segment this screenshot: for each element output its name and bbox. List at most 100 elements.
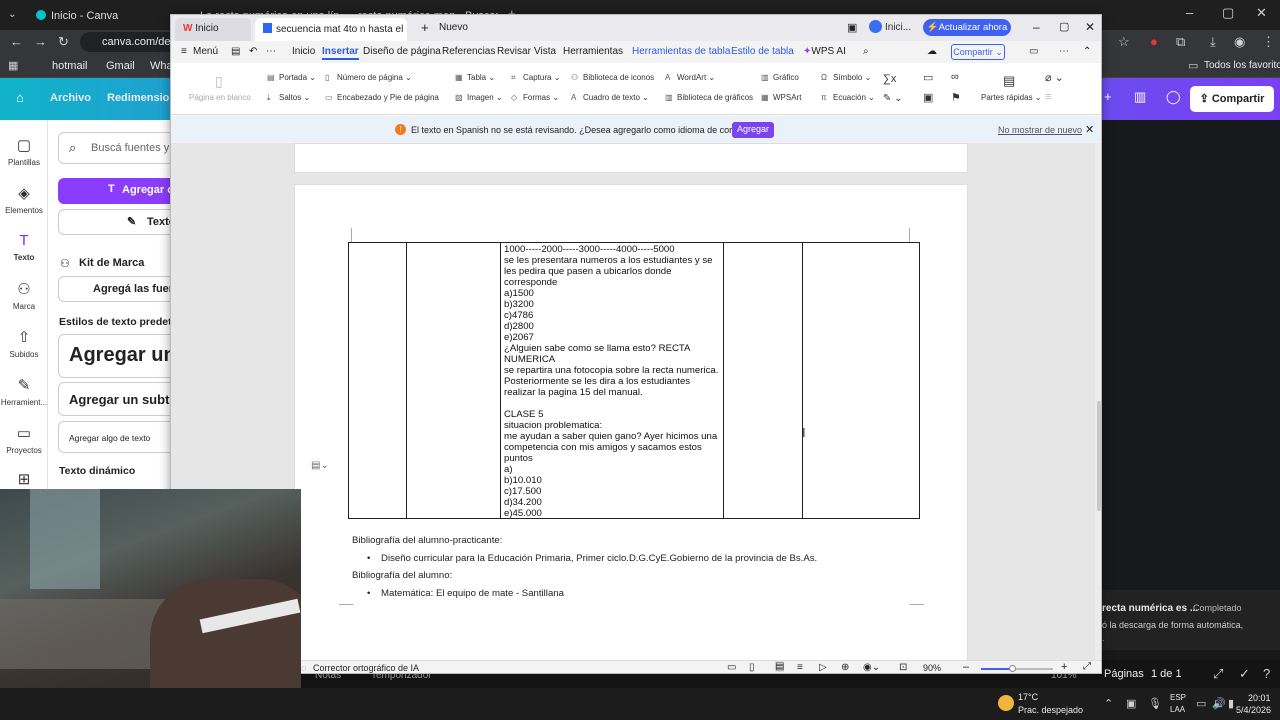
bookmark-icon[interactable]: ⚑ [951,91,961,104]
outline-icon[interactable]: ≡ [797,662,803,673]
all-bookmarks[interactable]: Todos los favoritos [1204,60,1280,71]
align-icon[interactable]: ≡ [1045,91,1051,103]
more-icon[interactable]: ⋯ [1059,46,1069,57]
text-box-button[interactable]: A Cuadro de texto ⌄ [571,93,649,102]
plus-icon[interactable]: + [1104,90,1112,104]
magic-text-button[interactable]: ✎Texto [58,209,170,235]
menu-menu[interactable]: Menú [193,46,218,57]
menu-diseno[interactable]: Diseño de página [363,46,441,57]
menu-inicio[interactable]: Inicio [292,46,315,57]
upgrade-button[interactable]: ⚡Actualizar ahora [923,19,1011,36]
hamburger-icon[interactable]: ≡ [181,46,187,57]
close-icon[interactable]: ✕ [1256,6,1267,20]
lesson-table[interactable]: 1000-----2000-----3000-----4000-----5000… [348,242,920,519]
web-icon[interactable]: ▯ [749,662,755,673]
menu-estilo-tabla[interactable]: Estilo de tabla [731,46,794,57]
cloud-icon[interactable]: ☁ [927,46,937,57]
avatar-icon[interactable] [869,20,882,33]
bookmark-hotmail[interactable]: hotmail [52,60,87,72]
new-tab-icon[interactable]: + [421,20,429,35]
formula-icon[interactable]: ∑x [883,73,896,85]
pages-label[interactable]: Páginas [1104,668,1144,680]
close-icon[interactable]: ✕ [1085,20,1095,34]
reload-icon[interactable]: ↻ [58,35,69,49]
maximize-icon[interactable]: ▢ [1222,6,1234,20]
play-icon[interactable]: ▷ [819,662,827,673]
canva-share-button[interactable]: ⇪ Compartir [1190,86,1274,112]
profile-icon[interactable]: ◉ [1234,35,1245,49]
page-number-button[interactable]: ▯ Número de página ⌄ [325,73,412,82]
chart-icon[interactable]: ▥ [1134,90,1146,104]
menu-insertar[interactable]: Insertar [322,46,359,60]
wps-tab-home[interactable]: W Inicio [175,18,251,41]
notice-add-button[interactable]: Agregar [732,122,774,138]
quick-parts-button[interactable]: Partes rápidas ⌄ [981,93,1042,102]
eye-icon[interactable]: ◉⌄ [863,662,880,673]
vertical-scrollbar[interactable] [1095,143,1101,660]
layout-icon[interactable]: ▭ [1029,46,1038,57]
minimize-icon[interactable]: – [1033,20,1040,34]
search-icon[interactable]: ⌕ [863,46,869,57]
wps-tab-document[interactable]: secuencia mat 4to n hasta el [255,18,407,41]
heading-preset[interactable]: Agregar un [58,334,170,378]
apps-icon[interactable]: ▦ [8,59,18,73]
document-canvas[interactable]: 1000-----2000-----3000-----4000-----5000… [171,143,1101,660]
wps-share-button[interactable]: Compartir ⌄ [951,44,1005,60]
collapse-icon[interactable]: ⌃ [1083,46,1091,57]
zoom-out-icon[interactable]: – [963,661,969,673]
clock-time[interactable]: 20:01 [1248,693,1271,703]
table-button[interactable]: ▦ Tabla ⌄ [455,73,495,82]
cover-button[interactable]: ▤ Portada ⌄ [267,73,316,82]
clock-date[interactable]: 5/4/2026 [1236,705,1271,715]
chart-button[interactable]: ▥ Gráfico [761,73,799,82]
more-icon[interactable]: ⋯ [266,46,276,57]
browser-tab-canva[interactable]: Inicio - Canva [26,4,176,30]
rail-marca[interactable]: ⚇ Marca [0,280,48,311]
header-footer-button[interactable]: ▭ Encabezado y Pie de página [325,93,439,102]
rail-plantillas[interactable]: ▢ Plantillas [0,136,48,167]
spell-ai-label[interactable]: Corrector ortográfico de IA [313,663,419,673]
equation-button[interactable]: π Ecuación ⌄ [821,93,875,102]
comment-icon[interactable]: ▭ [923,71,933,84]
star-icon[interactable]: ☆ [1118,35,1130,49]
wordart-button[interactable]: A WordArt ⌄ [665,73,715,82]
comment-icon[interactable]: ◯ [1166,90,1181,104]
zoom-value[interactable]: 90% [923,663,941,673]
page-view-icon[interactable]: ▤ [775,661,785,672]
battery-icon[interactable]: ▮ [1228,697,1234,711]
subheading-preset[interactable]: Agregar un subtít [58,382,170,416]
close-icon[interactable]: ✕ [1085,123,1094,136]
photo-icon[interactable]: ▣ [923,91,933,104]
rail-elementos[interactable]: ◈ Elementos [0,184,48,215]
forward-icon[interactable]: → [34,35,47,49]
chevron-down-icon[interactable]: ⌄ [8,8,16,22]
window-icon[interactable]: ▣ [847,21,857,34]
menu-vista[interactable]: Vista [534,46,556,57]
icon-library-button[interactable]: ⚇ Biblioteca de iconos [571,73,654,82]
download-toast[interactable]: recta numérica es ... Completado ó la de… [1102,590,1280,650]
back-icon[interactable]: ← [10,35,23,49]
rail-proyectos[interactable]: ▭ Proyectos [0,424,48,455]
rail-subidos[interactable]: ⇧ Subidos [0,328,48,359]
download-icon[interactable]: ⤓ [1210,35,1216,49]
zoom-in-icon[interactable]: + [1061,661,1067,673]
link-icon[interactable]: ∞ [951,71,959,83]
table-handle-icon[interactable]: ▤⌄ [311,460,329,471]
extension-icon[interactable]: ● [1150,35,1158,49]
menu-revisar[interactable]: Revisar [497,46,531,57]
rail-herramientas[interactable]: ✎ Herramient... [0,376,48,407]
body-preset[interactable]: Agregar algo de texto [58,421,170,453]
volume-icon[interactable]: 🔊 [1212,697,1226,711]
fit-icon[interactable]: ⊡ [899,662,907,673]
help-icon[interactable]: ? [1263,667,1270,681]
menu-herramientas[interactable]: Herramientas [563,46,623,57]
chart-library-button[interactable]: ▥ Biblioteca de gráficos [665,93,753,102]
symbol-button[interactable]: Ω Símbolo ⌄ [821,73,871,82]
add-text-button[interactable]: T Agregar c [58,178,170,204]
check-icon[interactable]: ✓ [1239,667,1250,681]
attach-icon[interactable]: ⌀ ⌄ [1045,71,1064,84]
fullscreen-icon[interactable]: ⤢ [1083,661,1091,672]
scrollbar-thumb[interactable] [1097,401,1101,511]
blank-page-button[interactable]: Página en blanco [189,93,251,102]
canva-file-menu[interactable]: Archivo [50,92,91,104]
